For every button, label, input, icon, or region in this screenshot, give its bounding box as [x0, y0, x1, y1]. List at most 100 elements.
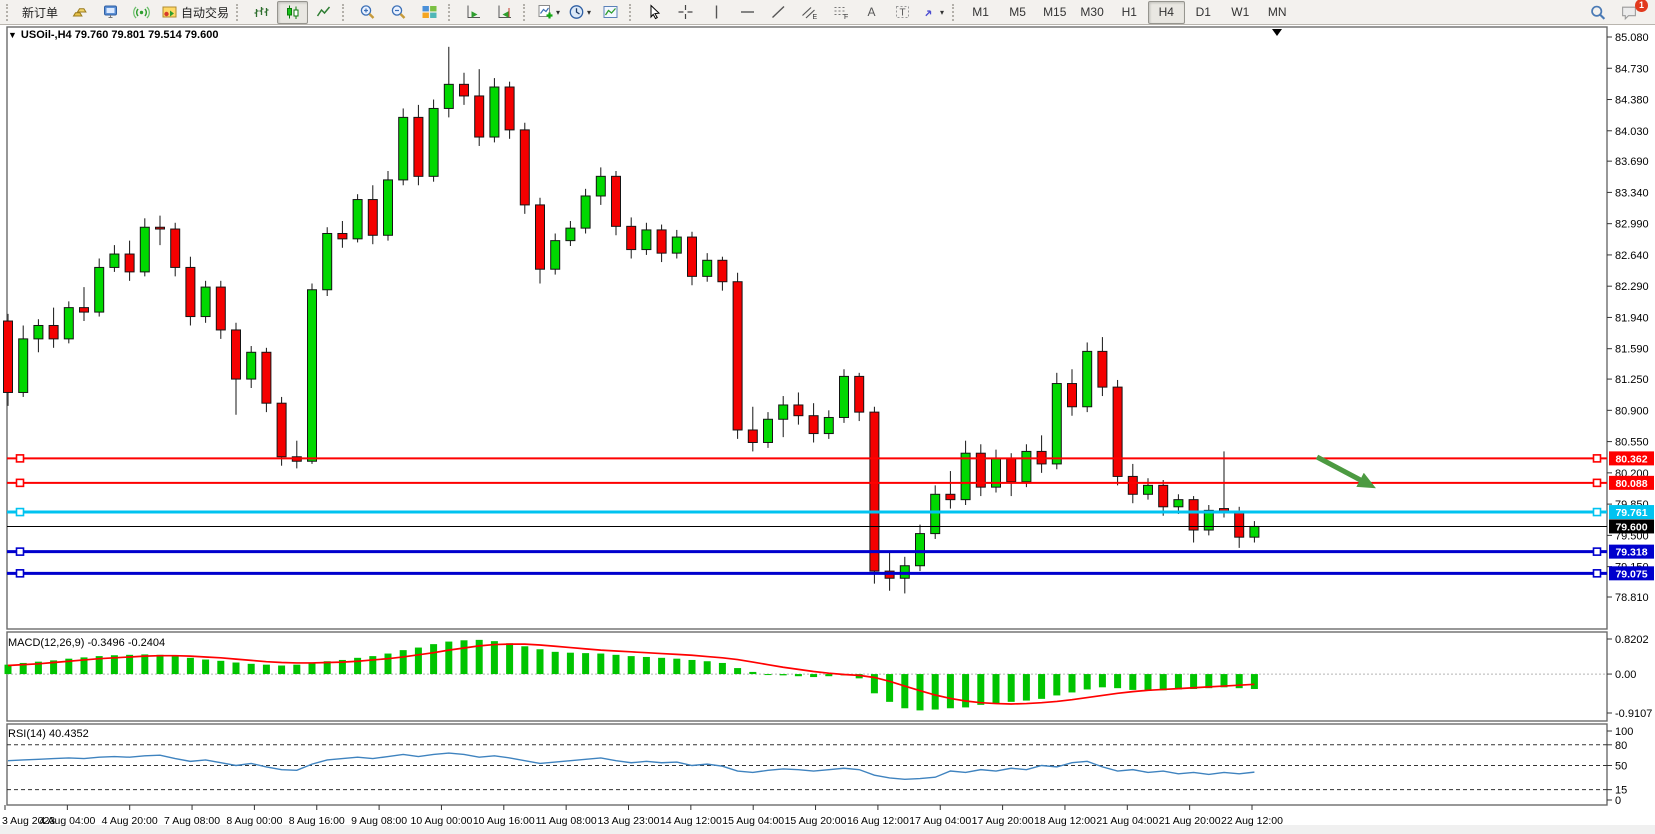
chart-window: 85.08084.73084.38084.03083.69083.34082.9…	[0, 25, 1655, 834]
toolbar-grip[interactable]	[448, 4, 454, 21]
price-line-label-text: 79.318	[1615, 547, 1647, 559]
candle-down	[870, 412, 879, 571]
candle-down	[4, 321, 13, 392]
candle-down	[262, 352, 271, 403]
candle-down	[232, 330, 241, 379]
candlestick-mode-button[interactable]	[277, 1, 308, 24]
candle-up	[961, 453, 970, 499]
line-handle[interactable]	[17, 479, 24, 486]
vertical-line-tool-button[interactable]	[701, 1, 732, 24]
line-handle[interactable]	[1594, 548, 1601, 555]
line-chart-icon	[315, 4, 332, 20]
tab-timeframe-w1[interactable]: W1	[1222, 1, 1259, 24]
time-axis-label: 10 Aug 16:00	[473, 815, 535, 827]
toolbar-grip[interactable]	[6, 4, 12, 21]
tab-timeframe-m1[interactable]: M1	[962, 1, 999, 24]
candle-down	[1113, 387, 1122, 476]
tab-timeframe-h1[interactable]: H1	[1111, 1, 1148, 24]
candle-up	[247, 352, 256, 379]
toolbar-grip[interactable]	[236, 4, 242, 21]
line-handle[interactable]	[1594, 479, 1601, 486]
crosshair-tool-button[interactable]	[670, 1, 701, 24]
notifications-button[interactable]: 1	[1613, 1, 1644, 24]
candle-up	[840, 376, 849, 417]
horizontal-line-tool-button[interactable]	[732, 1, 763, 24]
search-button[interactable]	[1582, 1, 1613, 24]
price-axis-label: 84.730	[1615, 63, 1649, 75]
candle-down	[505, 87, 514, 130]
bar-chart-mode-button[interactable]	[246, 1, 277, 24]
candle-down	[171, 229, 180, 267]
candle-down	[1007, 459, 1016, 482]
cursor-tool-button[interactable]	[639, 1, 670, 24]
candle-down	[794, 405, 803, 416]
line-handle[interactable]	[17, 509, 24, 516]
tab-timeframe-h4[interactable]: H4	[1148, 1, 1185, 24]
line-handle[interactable]	[17, 455, 24, 462]
rsi-axis-label: 0	[1615, 795, 1621, 807]
fibonacci-tool-button[interactable]: F	[825, 1, 856, 24]
line-handle[interactable]	[1594, 570, 1601, 577]
toolbar-grip[interactable]	[342, 4, 348, 21]
zoom-out-button[interactable]	[383, 1, 414, 24]
cursor-icon	[646, 4, 663, 20]
candle-up	[703, 260, 712, 276]
price-axis-label: 82.290	[1615, 281, 1649, 293]
svg-text:T: T	[900, 8, 906, 19]
candle-up	[140, 227, 149, 272]
candle-down	[475, 96, 484, 137]
candle-down	[612, 176, 621, 226]
timeframe-menu-button[interactable]: ▾	[564, 1, 595, 24]
label-tool-button[interactable]: T	[887, 1, 918, 24]
toolbar-grip[interactable]	[629, 4, 635, 21]
clock-icon	[568, 4, 585, 20]
signal-icon	[133, 4, 150, 20]
terminal-button[interactable]	[95, 1, 126, 24]
add-indicator-icon	[537, 4, 554, 20]
rsi-axis-label: 100	[1615, 726, 1633, 738]
chart-canvas[interactable]: 85.08084.73084.38084.03083.69083.34082.9…	[0, 25, 1655, 834]
macd-indicator-label: MACD(12,26,9) -0.3496 -0.2404	[8, 637, 165, 649]
chart-dropdown-icon[interactable]: ▼	[8, 30, 17, 40]
channel-tool-button[interactable]: E	[794, 1, 825, 24]
auto-trading-button[interactable]: 自动交易	[157, 1, 233, 24]
tile-windows-button[interactable]	[414, 1, 445, 24]
candle-up	[1144, 485, 1153, 494]
candle-down	[809, 416, 818, 434]
candle-up	[95, 267, 104, 312]
zoom-in-button[interactable]	[352, 1, 383, 24]
template-button[interactable]	[595, 1, 626, 24]
candle-up	[566, 228, 575, 241]
trendline-tool-button[interactable]	[763, 1, 794, 24]
line-chart-mode-button[interactable]	[308, 1, 339, 24]
line-handle[interactable]	[17, 570, 24, 577]
time-axis-label: 10 Aug 00:00	[410, 815, 472, 827]
price-axis-label: 81.940	[1615, 312, 1649, 324]
toolbar-grip[interactable]	[523, 4, 529, 21]
new-order-button[interactable]: 新订单	[16, 1, 64, 24]
auto-scroll-button[interactable]	[458, 1, 489, 24]
tab-timeframe-m15[interactable]: M15	[1036, 1, 1073, 24]
tab-timeframe-mn[interactable]: MN	[1259, 1, 1296, 24]
tab-timeframe-d1[interactable]: D1	[1185, 1, 1222, 24]
tab-timeframe-m5[interactable]: M5	[999, 1, 1036, 24]
chart-shift-button[interactable]	[489, 1, 520, 24]
deposit-button[interactable]	[64, 1, 95, 24]
add-indicator-button[interactable]: ▾	[533, 1, 564, 24]
price-line-label-text: 79.075	[1615, 568, 1647, 580]
candle-up	[779, 405, 788, 419]
line-handle[interactable]	[1594, 509, 1601, 516]
line-handle[interactable]	[1594, 455, 1601, 462]
arrows-tool-button[interactable]: ▾	[918, 1, 949, 24]
chevron-down-icon: ▾	[940, 8, 944, 17]
signals-button[interactable]	[126, 1, 157, 24]
candle-up	[824, 417, 833, 433]
text-tool-button[interactable]: A	[856, 1, 887, 24]
line-handle[interactable]	[17, 548, 24, 555]
time-axis-label: 16 Aug 12:00	[847, 815, 909, 827]
time-axis-label: 11 Aug 08:00	[536, 815, 597, 827]
tile-windows-icon	[421, 4, 438, 20]
toolbar-grip[interactable]	[952, 4, 958, 21]
time-axis-label: 14 Aug 12:00	[660, 815, 722, 827]
tab-timeframe-m30[interactable]: M30	[1073, 1, 1110, 24]
